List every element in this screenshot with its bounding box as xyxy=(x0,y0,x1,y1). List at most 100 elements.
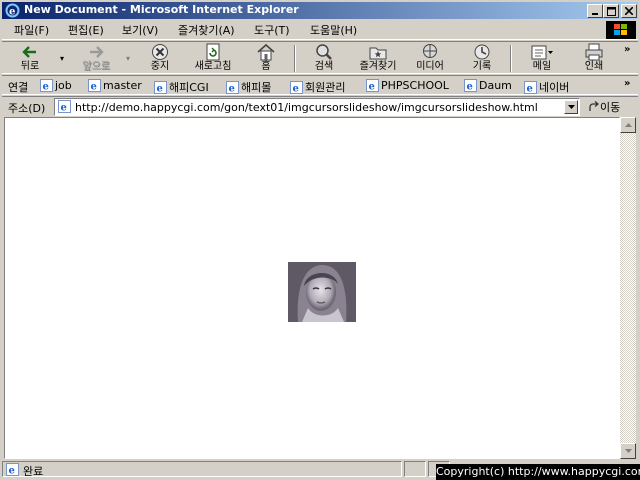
menu-bar: 파일(F) 편집(E) 보기(V) 즐겨찾기(A) 도구(T) 도움말(H) xyxy=(2,20,638,40)
ie-page-icon: e xyxy=(58,100,71,113)
mail-label: 메일 xyxy=(532,61,552,72)
ie-page-icon: e xyxy=(40,79,53,92)
back-button[interactable]: 뒤로 xyxy=(8,43,52,74)
ie-logo-icon: e xyxy=(5,3,20,18)
link-label: 회원관리 xyxy=(305,81,346,94)
history-button[interactable]: 기록 xyxy=(460,43,504,74)
link-daum[interactable]: e Daum xyxy=(464,79,512,92)
ie-page-icon: e xyxy=(154,80,167,94)
link-label: PHPSCHOOL xyxy=(381,79,449,92)
favorites-button[interactable]: 즐겨찾기 xyxy=(352,43,404,74)
status-text: 완료 xyxy=(23,465,44,478)
print-button[interactable]: 인쇄 xyxy=(574,43,614,74)
title-bar[interactable]: e New Document - Microsoft Internet Expl… xyxy=(2,2,638,19)
menu-view[interactable]: 보기(V) xyxy=(122,22,158,38)
forward-label: 앞으로 xyxy=(82,61,110,72)
maximize-icon xyxy=(606,6,616,16)
link-job[interactable]: e job xyxy=(40,79,72,92)
link-member-admin[interactable]: e 회원관리 xyxy=(290,79,345,95)
back-arrow-icon xyxy=(22,46,36,58)
menu-edit[interactable]: 편집(E) xyxy=(68,22,104,38)
refresh-button[interactable]: 새로고침 xyxy=(188,43,238,74)
history-label: 기록 xyxy=(472,61,492,72)
standard-toolbar: 뒤로 ▾ 앞으로 ▾ 중지 새로고침 홈 검색 즐겨찾기 미디어 기록 메일 인… xyxy=(2,41,638,74)
stop-button[interactable]: 중지 xyxy=(142,43,178,74)
menu-help[interactable]: 도움말(H) xyxy=(310,22,357,38)
favorites-folder-icon xyxy=(369,47,387,60)
search-button[interactable]: 검색 xyxy=(304,43,344,74)
mail-icon xyxy=(531,45,553,60)
svg-text:e: e xyxy=(293,83,299,94)
home-label: 홈 xyxy=(261,61,271,72)
print-label: 인쇄 xyxy=(584,61,604,72)
address-dropdown-button[interactable] xyxy=(564,100,578,114)
link-phpschool[interactable]: e PHPSCHOOL xyxy=(366,79,449,92)
toolbar-overflow-icon[interactable]: » xyxy=(624,44,630,55)
media-icon xyxy=(423,44,437,58)
svg-text:e: e xyxy=(9,466,15,477)
ie-page-icon: e xyxy=(226,80,239,94)
svg-text:e: e xyxy=(91,82,97,93)
window-title: New Document - Microsoft Internet Explor… xyxy=(24,3,299,16)
favorites-label: 즐겨찾기 xyxy=(359,61,397,72)
back-label: 뒤로 xyxy=(20,61,40,72)
home-button[interactable]: 홈 xyxy=(248,43,284,74)
refresh-icon xyxy=(206,43,220,61)
link-label: 해피몰 xyxy=(241,81,272,94)
svg-text:e: e xyxy=(467,82,473,93)
menu-tools[interactable]: 도구(T) xyxy=(254,22,290,38)
forward-button[interactable]: 앞으로 xyxy=(74,43,118,74)
chevron-down-icon xyxy=(567,105,575,109)
ie-page-icon: e xyxy=(88,79,101,92)
windows-logo-icon xyxy=(606,21,636,39)
link-naver[interactable]: e 네이버 xyxy=(524,79,569,95)
ie-page-icon: e xyxy=(524,80,537,94)
address-input[interactable]: e http://demo.happycgi.com/gon/text01/im… xyxy=(54,98,580,116)
slideshow-photo[interactable] xyxy=(288,262,356,322)
address-url: http://demo.happycgi.com/gon/text01/imgc… xyxy=(75,101,538,114)
media-label: 미디어 xyxy=(416,61,444,72)
ie-page-icon: e xyxy=(366,79,379,92)
links-overflow-icon[interactable]: » xyxy=(624,78,630,89)
go-button[interactable]: 이동 xyxy=(588,99,620,115)
link-label: master xyxy=(103,79,142,92)
back-dropdown-icon[interactable]: ▾ xyxy=(60,54,64,63)
link-happymall[interactable]: e 해피몰 xyxy=(226,79,271,95)
svg-text:e: e xyxy=(229,83,235,94)
link-happycgi[interactable]: e 해피CGI xyxy=(154,79,209,95)
stop-label: 중지 xyxy=(150,61,170,72)
svg-text:e: e xyxy=(61,103,67,114)
browser-window: e New Document - Microsoft Internet Expl… xyxy=(0,0,640,480)
menu-file[interactable]: 파일(F) xyxy=(14,22,49,38)
refresh-label: 새로고침 xyxy=(194,61,232,72)
forward-arrow-icon xyxy=(90,46,104,58)
arrow-up-icon xyxy=(624,123,632,127)
menu-favorites[interactable]: 즐겨찾기(A) xyxy=(178,22,235,38)
svg-text:e: e xyxy=(369,82,375,93)
media-button[interactable]: 미디어 xyxy=(408,43,452,74)
scroll-down-button[interactable] xyxy=(620,443,636,459)
links-bar: 연결 e job e master e 해피CGI e 해피몰 e 회원관리 e PHPSC… xyxy=(2,75,638,95)
links-header: 연결 xyxy=(8,81,29,94)
forward-dropdown-icon[interactable]: ▾ xyxy=(126,54,130,63)
toolbar-separator xyxy=(294,45,296,72)
ie-page-icon: e xyxy=(464,79,477,92)
toolbar-separator xyxy=(510,45,512,72)
copyright-banner: Copyright(c) http://www.happycgi.com/ xyxy=(436,464,640,480)
arrow-down-icon xyxy=(624,449,632,453)
mail-button[interactable]: 메일 xyxy=(520,43,564,74)
minimize-icon xyxy=(592,13,598,15)
minimize-button[interactable] xyxy=(587,4,603,18)
link-label: 해피CGI xyxy=(169,81,209,94)
close-button[interactable] xyxy=(621,4,637,18)
search-icon xyxy=(316,44,332,60)
svg-text:e: e xyxy=(43,82,49,93)
status-text-pane: e 완료 xyxy=(2,461,402,478)
maximize-button[interactable] xyxy=(603,4,619,18)
link-master[interactable]: e master xyxy=(88,79,142,92)
ie-page-icon: e xyxy=(6,463,19,476)
scroll-up-button[interactable] xyxy=(620,117,636,133)
vertical-scrollbar[interactable] xyxy=(620,117,636,459)
ie-page-icon: e xyxy=(290,80,303,94)
search-label: 검색 xyxy=(314,61,334,72)
